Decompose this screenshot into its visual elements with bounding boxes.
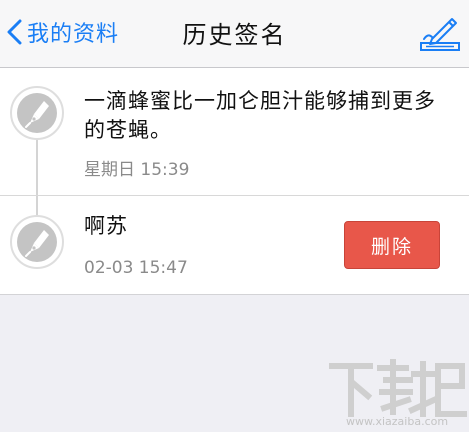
signature-item[interactable]: 啊苏 02-03 15:47 删除: [0, 196, 469, 294]
signature-history-list: 一滴蜂蜜比一加仑胆汁能够捕到更多的苍蝇。 星期日 15:39 啊苏 02-03 …: [0, 68, 469, 295]
signature-text: 一滴蜂蜜比一加仑胆汁能够捕到更多的苍蝇。: [84, 89, 436, 142]
edit-signature-button[interactable]: [418, 13, 462, 53]
avatar: [10, 86, 64, 140]
signature-timestamp: 星期日 15:39: [84, 160, 190, 180]
watermark-domain: www.xiazaiba.com: [346, 415, 449, 428]
signature-item[interactable]: 一滴蜂蜜比一加仑胆汁能够捕到更多的苍蝇。 星期日 15:39: [0, 68, 469, 196]
avatar: [10, 215, 64, 269]
edit-signature-icon: [420, 18, 460, 51]
pen-nib-icon: [25, 101, 49, 128]
delete-button[interactable]: 删除: [344, 221, 440, 269]
navigation-bar: 我的资料 历史签名: [0, 0, 469, 68]
pen-nib-icon: [25, 230, 49, 257]
signature-timestamp: 02-03 15:47: [84, 258, 188, 278]
page-title: 历史签名: [182, 21, 287, 49]
